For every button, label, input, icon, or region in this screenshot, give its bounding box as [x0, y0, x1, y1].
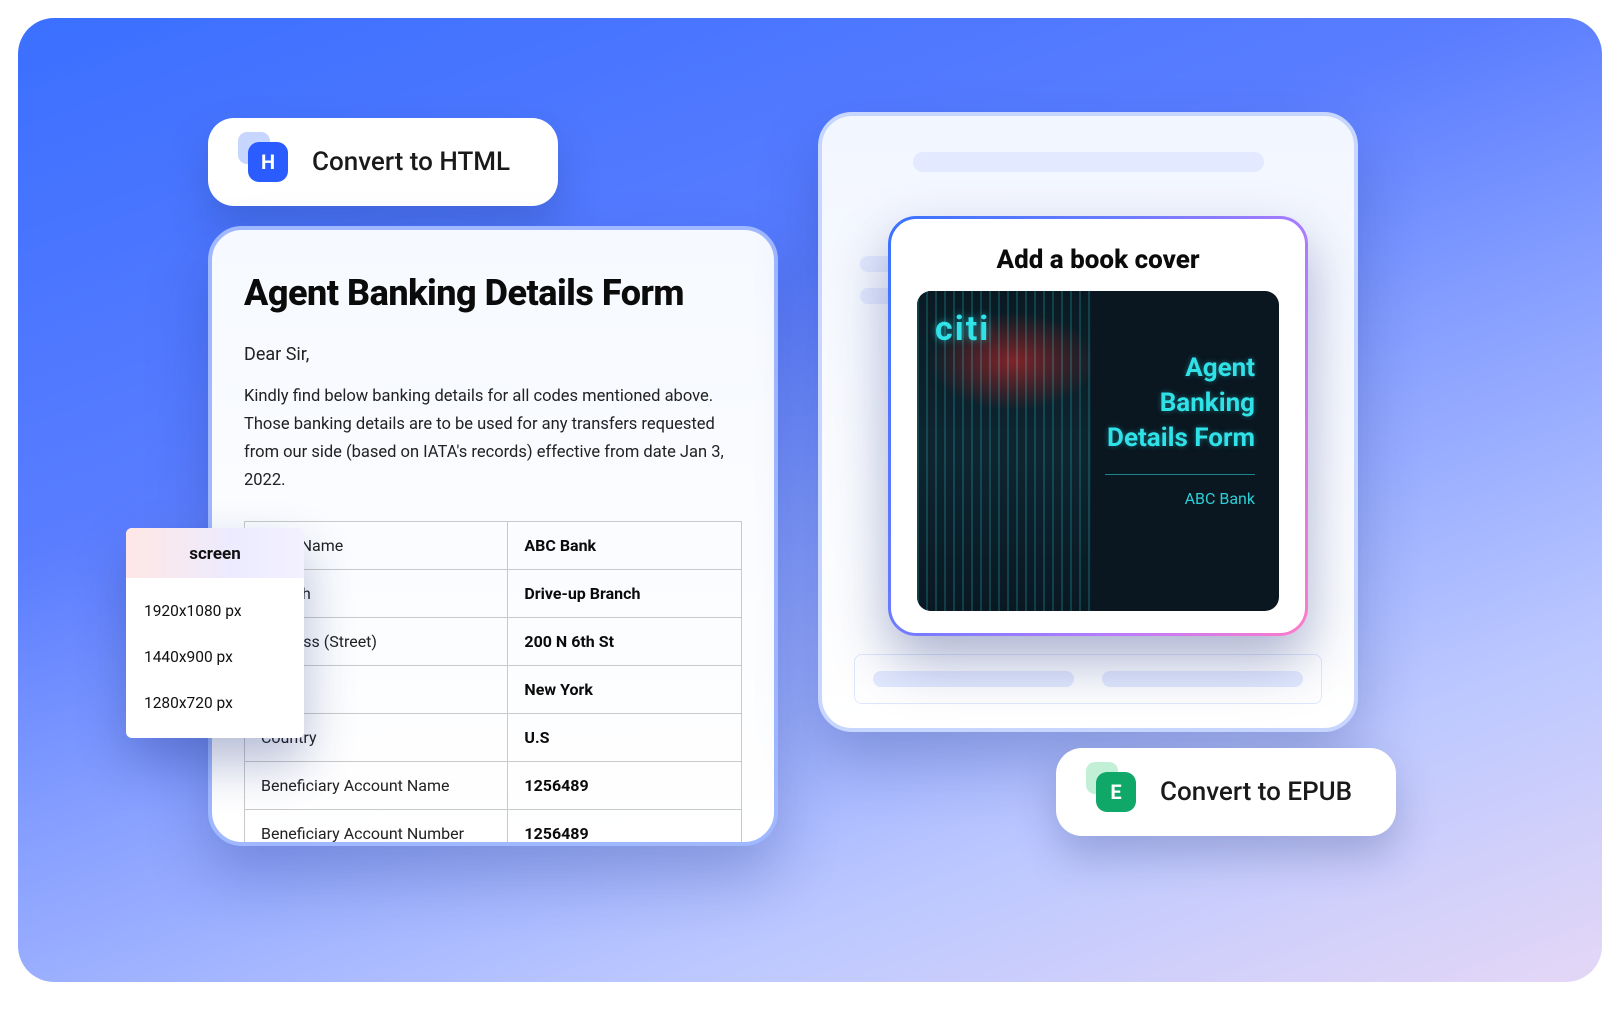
convert-to-epub-button[interactable]: E Convert to EPUB: [1056, 748, 1396, 836]
screen-option[interactable]: 1440x900 px: [126, 634, 304, 680]
table-row: Address (Street)200 N 6th St: [245, 618, 742, 666]
book-cover-cta: Add a book cover: [917, 245, 1279, 275]
skeleton-line: [854, 152, 1322, 172]
brand-logo-text: citi: [935, 309, 990, 349]
screen-popover-heading: screen: [126, 528, 304, 578]
table-row: Beneficiary Account Number1256489: [245, 810, 742, 846]
banking-details-table: Bank NameABC Bank BranchDrive-up Branch …: [244, 521, 742, 846]
table-row: CountryU.S: [245, 714, 742, 762]
html-icon: H: [244, 138, 292, 186]
convert-to-html-button[interactable]: H Convert to HTML: [208, 118, 558, 206]
cover-art-title: Agent Banking Details Form: [1107, 351, 1255, 456]
book-cover-art: citi Agent Banking Details Form ABC Bank: [917, 291, 1279, 611]
document-title: Agent Banking Details Form: [244, 272, 742, 314]
book-cover-card[interactable]: Add a book cover citi Agent Banking Deta…: [888, 216, 1308, 636]
table-row: Beneficiary Account Name1256489: [245, 762, 742, 810]
table-row: BranchDrive-up Branch: [245, 570, 742, 618]
skeleton-footer-row: [854, 654, 1322, 704]
convert-to-epub-label: Convert to EPUB: [1160, 777, 1352, 807]
table-row: Bank NameABC Bank: [245, 522, 742, 570]
convert-to-html-label: Convert to HTML: [312, 147, 510, 177]
epub-icon: E: [1092, 768, 1140, 816]
canvas: H Convert to HTML Agent Banking Details …: [18, 18, 1602, 982]
table-row: CityNew York: [245, 666, 742, 714]
screen-option[interactable]: 1920x1080 px: [126, 588, 304, 634]
document-paragraph: Kindly find below banking details for al…: [244, 383, 742, 495]
screen-resolution-popover: screen 1920x1080 px 1440x900 px 1280x720…: [126, 528, 304, 738]
screen-option[interactable]: 1280x720 px: [126, 680, 304, 726]
document-salutation: Dear Sir,: [244, 344, 742, 365]
cover-art-subtitle: ABC Bank: [1185, 489, 1255, 508]
